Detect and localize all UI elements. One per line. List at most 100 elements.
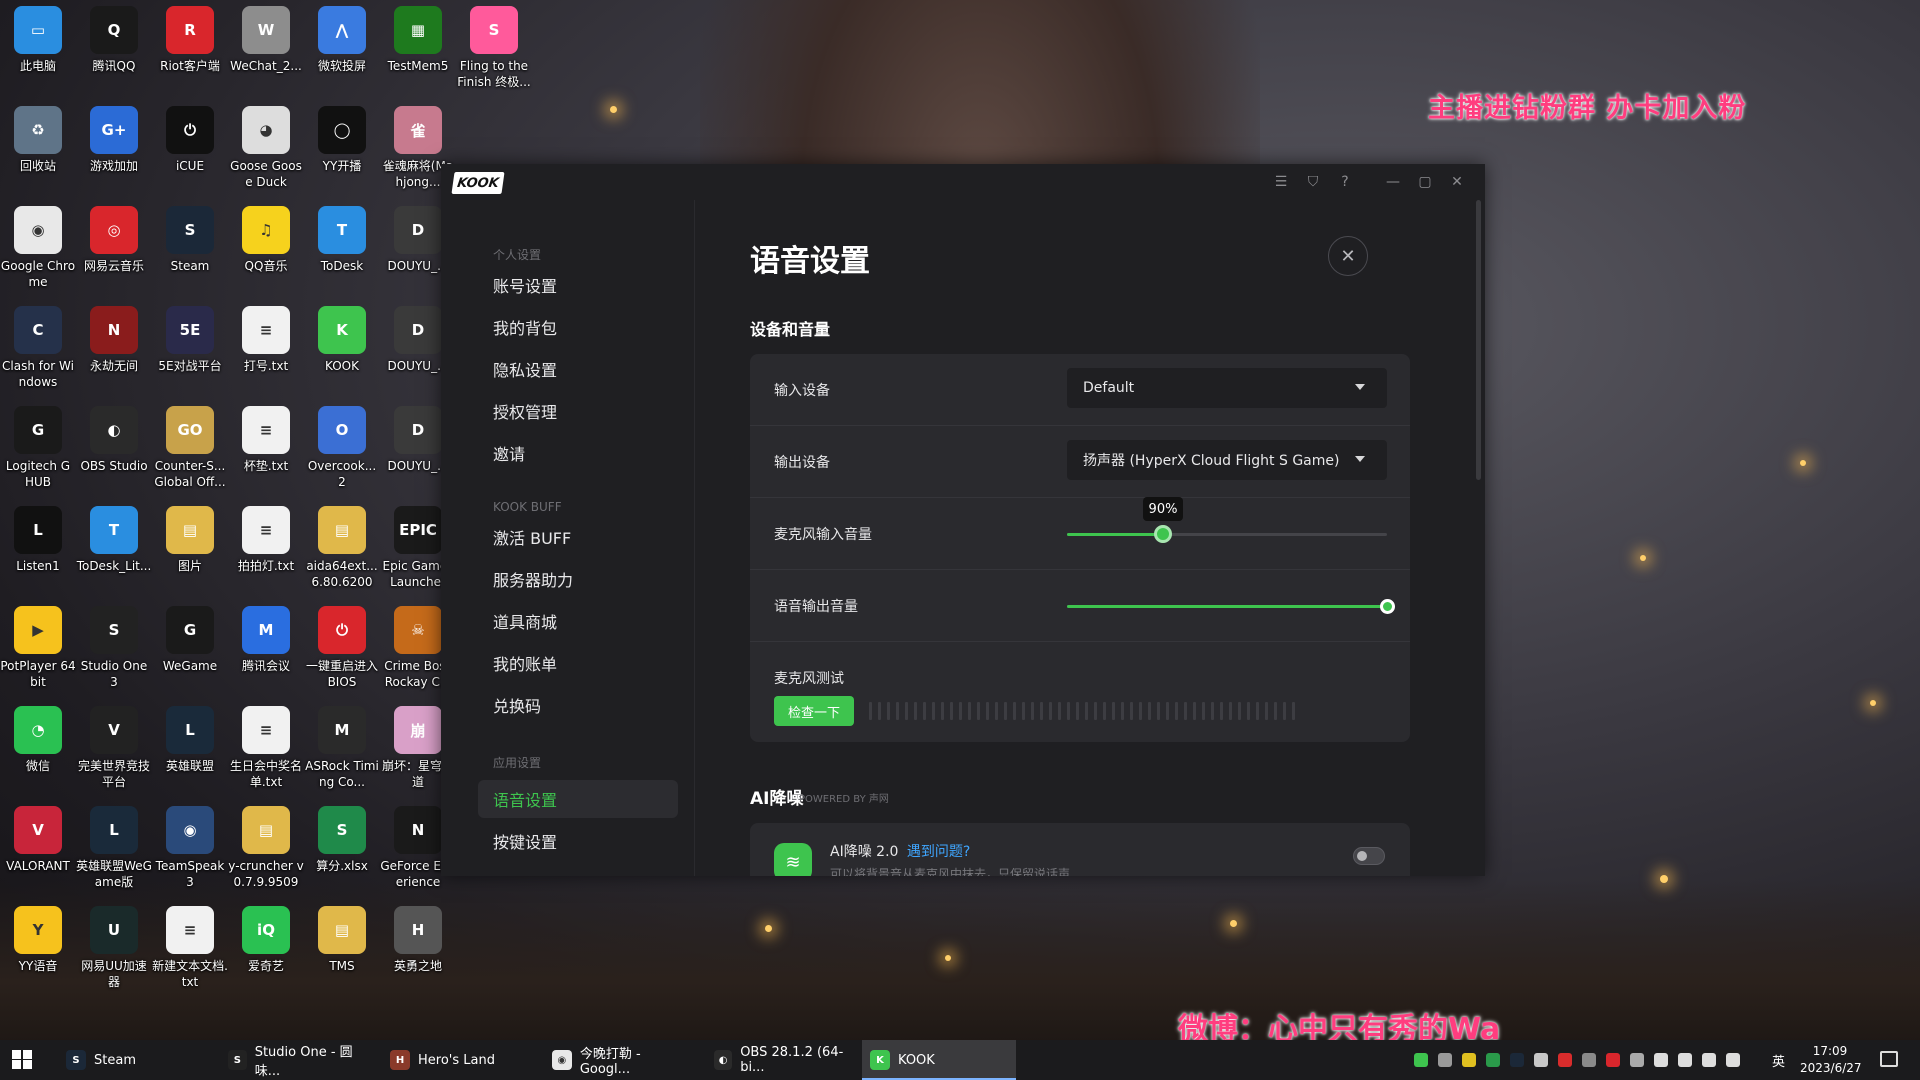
desktop-shortcut[interactable]: ⏻ iCUE [152,106,228,174]
desktop-shortcut[interactable]: S Steam [152,206,228,274]
tray-app-icon[interactable] [1630,1053,1644,1067]
volume-icon[interactable] [1702,1053,1716,1067]
desktop-shortcut[interactable]: C Clash for Windows [0,306,76,390]
desktop-shortcut[interactable]: ▶ PotPlayer 64 bit [0,606,76,690]
desktop-shortcut[interactable]: ≡ 杯垫.txt [228,406,304,474]
microphone-icon[interactable] [1654,1053,1668,1067]
desktop-shortcut[interactable]: ▤ y-cruncher v0.7.9.9509 [228,806,304,890]
taskbar-app-button[interactable]: S Studio One - 圆味... [220,1040,370,1080]
desktop-shortcut[interactable]: ◉ Google Chrome [0,206,76,290]
minimize-button[interactable]: — [1383,172,1403,192]
desktop-shortcut[interactable]: G Logitech G HUB [0,406,76,490]
tray-steam-icon[interactable] [1510,1053,1524,1067]
tray-app-icon[interactable] [1606,1053,1620,1067]
network-icon[interactable] [1678,1053,1692,1067]
desktop-shortcut[interactable]: ⋀ 微软投屏 [304,6,380,74]
desktop-shortcut[interactable]: G WeGame [152,606,228,674]
desktop-shortcut[interactable]: N 永劫无间 [76,306,152,374]
desktop-shortcut[interactable]: ▭ 此电脑 [0,6,76,74]
output-device-select[interactable]: 扬声器 (HyperX Cloud Flight S Game) [1067,440,1387,480]
desktop-shortcut[interactable]: M ASRock Timing Co... [304,706,380,790]
desktop-shortcut[interactable]: ≡ 拍拍灯.txt [228,506,304,574]
sidebar-item-privacy[interactable]: 隐私设置 [478,350,678,388]
desktop-shortcut[interactable]: T ToDesk [304,206,380,274]
desktop-shortcut[interactable]: GO Counter-S... Global Off... [152,406,228,490]
sidebar-item-my-bills[interactable]: 我的账单 [478,644,678,682]
desktop-shortcut[interactable]: W WeChat_2... [228,6,304,74]
sidebar-item-server-boost[interactable]: 服务器助力 [478,560,678,598]
desktop-shortcut[interactable]: V 完美世界竞技平台 [76,706,152,790]
desktop-shortcut[interactable]: T ToDesk_Lit... [76,506,152,574]
tray-app-icon[interactable] [1462,1053,1476,1067]
content-scrollbar[interactable] [1476,200,1481,480]
sidebar-item-authorization[interactable]: 授权管理 [478,392,678,430]
mic-test-button[interactable]: 检查一下 [774,696,854,726]
tray-app-icon[interactable] [1534,1053,1548,1067]
output-volume-handle[interactable] [1380,599,1395,614]
sidebar-item-item-shop[interactable]: 道具商城 [478,602,678,640]
desktop-shortcut[interactable]: S Fling to the Finish 终极... [456,6,532,90]
notification-center-icon[interactable] [1880,1051,1898,1067]
mic-volume-slider[interactable]: 90% [1067,497,1387,543]
desktop-shortcut[interactable]: ▦ TestMem5 [380,6,456,74]
desktop-shortcut[interactable]: ≡ 新建文本文档.txt [152,906,228,990]
tray-kook-icon[interactable] [1414,1053,1428,1067]
taskbar-app-button[interactable]: K KOOK [862,1040,1016,1080]
mic-volume-handle[interactable] [1154,525,1172,543]
desktop-shortcut[interactable]: iQ 爱奇艺 [228,906,304,974]
output-volume-slider[interactable] [1067,599,1395,614]
desktop-shortcut[interactable]: Y YY语音 [0,906,76,974]
taskbar-app-button[interactable]: S Steam [58,1040,208,1080]
desktop-shortcut[interactable]: ♫ QQ音乐 [228,206,304,274]
desktop-shortcut[interactable]: K KOOK [304,306,380,374]
taskbar-app-button[interactable]: ◐ OBS 28.1.2 (64-bi... [706,1040,856,1080]
sidebar-item-activate-buff[interactable]: 激活 BUFF [478,518,678,556]
desktop-shortcut[interactable]: ▤ 图片 [152,506,228,574]
desktop-shortcut[interactable]: ◎ 网易云音乐 [76,206,152,274]
tray-app-icon[interactable] [1558,1053,1572,1067]
desktop-shortcut[interactable]: ⏻ 一键重启进入BIOS [304,606,380,690]
sidebar-item-invite[interactable]: 邀请 [478,434,678,472]
maximize-button[interactable]: ▢ [1415,172,1435,192]
desktop-shortcut[interactable]: L 英雄联盟WeGame版 [76,806,152,890]
desktop-shortcut[interactable]: R Riot客户端 [152,6,228,74]
sidebar-item-redeem-code[interactable]: 兑换码 [478,686,678,724]
sidebar-item-account[interactable]: 账号设置 [478,266,678,304]
desktop-shortcut[interactable]: ◕ Goose Goose Duck [228,106,304,190]
inbox-icon[interactable]: ☰ [1271,172,1291,192]
desktop-shortcut[interactable]: G+ 游戏加加 [76,106,152,174]
desktop-shortcut[interactable]: 5E 5E对战平台 [152,306,228,374]
desktop-shortcut[interactable]: O Overcook... 2 [304,406,380,490]
desktop-shortcut[interactable]: S Studio One 3 [76,606,152,690]
ai-noise-toggle[interactable] [1353,847,1385,865]
input-method-indicator[interactable]: 英 [1772,1051,1785,1070]
desktop-shortcut[interactable]: M 腾讯会议 [228,606,304,674]
sidebar-item-keybind-settings[interactable]: 按键设置 [478,822,678,860]
battery-icon[interactable] [1726,1053,1740,1067]
shirt-icon[interactable]: ⛉ [1303,172,1323,192]
desktop-shortcut[interactable]: L 英雄联盟 [152,706,228,774]
desktop-shortcut[interactable]: Q 腾讯QQ [76,6,152,74]
taskbar-clock[interactable]: 17:09 2023/6/27 [1800,1043,1862,1077]
windows-start-button[interactable] [12,1050,34,1070]
tray-app-icon[interactable] [1438,1053,1452,1067]
desktop-shortcut[interactable]: L Listen1 [0,506,76,574]
close-window-button[interactable]: ✕ [1447,172,1467,192]
desktop-shortcut[interactable]: H 英勇之地 [380,906,456,974]
taskbar-app-button[interactable]: ◉ 今晚打勒 - Googl... [544,1040,694,1080]
desktop-shortcut[interactable]: ◯ YY开播 [304,106,380,174]
desktop-shortcut[interactable]: ◉ TeamSpeak 3 [152,806,228,890]
sidebar-item-backpack[interactable]: 我的背包 [478,308,678,346]
desktop-shortcut[interactable]: S 算分.xlsx [304,806,380,874]
sidebar-item-voice-settings[interactable]: 语音设置 [478,780,678,818]
desktop-shortcut[interactable]: U 网易UU加速器 [76,906,152,990]
tray-app-icon[interactable] [1582,1053,1596,1067]
desktop-shortcut[interactable]: ≡ 生日会中奖名单.txt [228,706,304,790]
ai-help-link[interactable]: 遇到问题? [907,844,970,860]
close-settings-button[interactable]: ✕ [1328,236,1368,276]
desktop-shortcut[interactable]: ≡ 打号.txt [228,306,304,374]
desktop-shortcut[interactable]: ◔ 微信 [0,706,76,774]
taskbar-app-button[interactable]: H Hero's Land [382,1040,532,1080]
input-device-select[interactable]: Default [1067,368,1387,408]
desktop-shortcut[interactable]: ▤ TMS [304,906,380,974]
